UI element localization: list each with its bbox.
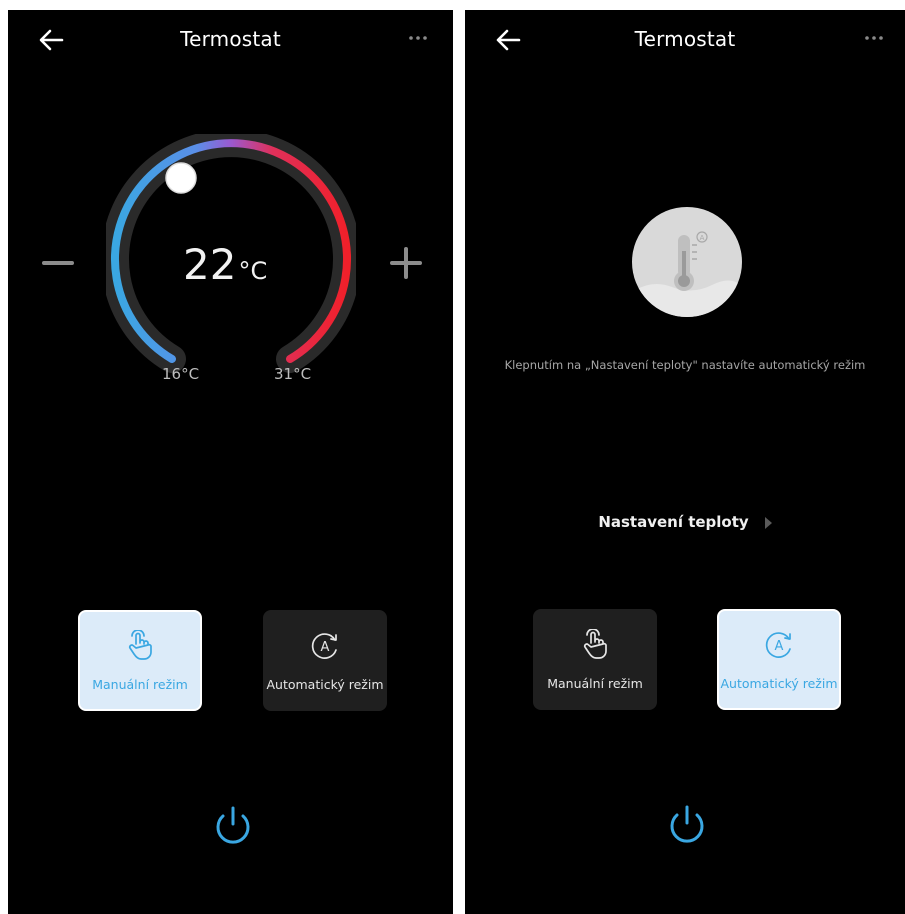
decrease-temp-button[interactable]	[42, 261, 74, 265]
temperature-unit: °C	[238, 257, 268, 285]
auto-mode-label: Automatický režim	[720, 676, 838, 691]
max-temp-label: 31°C	[274, 365, 312, 383]
more-dots-icon[interactable]	[861, 30, 887, 46]
hand-tap-icon	[80, 629, 200, 662]
more-dots-icon[interactable]	[405, 30, 431, 46]
auto-mode-hint: Klepnutím na „Nastavení teploty" nastaví…	[504, 358, 866, 372]
page-title: Termostat	[634, 27, 736, 51]
power-button[interactable]	[665, 802, 709, 846]
temperature-settings-link[interactable]: Nastavení teploty	[465, 513, 905, 531]
auto-mode-screen: Termostat A Klepnutím na „Nastavení tepl…	[465, 10, 905, 914]
thermometer-auto-icon: A	[632, 231, 742, 317]
auto-mode-icon: A	[719, 629, 839, 661]
auto-mode-button[interactable]: A Automatický režim	[263, 610, 387, 711]
top-bar: Termostat	[465, 10, 905, 70]
manual-mode-screen: Termostat 22°C 16°C 31°C Manuální režim …	[8, 10, 453, 914]
auto-mode-icon: A	[263, 630, 387, 662]
auto-mode-label: Automatický režim	[266, 677, 384, 692]
manual-mode-button[interactable]: Manuální režim	[533, 609, 657, 710]
manual-mode-label: Manuální režim	[547, 676, 643, 691]
current-temperature: 22°C	[183, 240, 267, 289]
chevron-right-icon	[764, 516, 772, 529]
auto-mode-button[interactable]: A Automatický režim	[717, 609, 841, 710]
hand-tap-icon	[533, 628, 657, 661]
power-button[interactable]	[211, 803, 255, 847]
power-icon	[670, 805, 704, 843]
thermometer-illustration: A	[632, 207, 742, 317]
temperature-value: 22	[183, 240, 237, 289]
power-icon	[216, 806, 250, 844]
manual-mode-label: Manuální režim	[92, 677, 188, 692]
manual-mode-button[interactable]: Manuální režim	[78, 610, 202, 711]
svg-text:A: A	[700, 234, 705, 242]
dial-knob	[165, 162, 197, 194]
temperature-settings-label: Nastavení teploty	[598, 513, 749, 531]
svg-text:A: A	[321, 640, 330, 655]
min-temp-label: 16°C	[162, 365, 200, 383]
increase-temp-button[interactable]	[390, 247, 422, 279]
page-title: Termostat	[180, 27, 281, 51]
svg-text:A: A	[775, 639, 784, 654]
top-bar: Termostat	[8, 10, 453, 70]
